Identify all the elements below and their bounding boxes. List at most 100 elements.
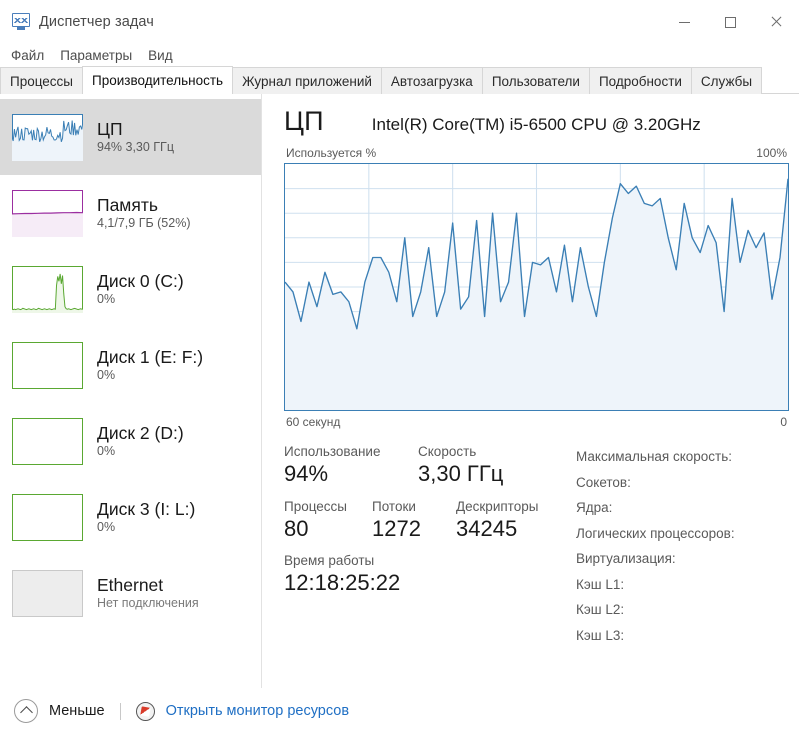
cpu-model-label: Intel(R) Core(TM) i5-6500 CPU @ 3.20GHz (371, 115, 701, 134)
sidebar-item-память[interactable]: Память 4,1/7,9 ГБ (52%) (0, 175, 262, 251)
cpu-chart-svg (285, 164, 788, 410)
sidebar-thumbnail-flat (12, 341, 83, 389)
task-manager-icon (11, 13, 31, 31)
menu-item-file[interactable]: Файл (11, 48, 44, 63)
cpu-info-row: Логических процессоров: (576, 521, 789, 547)
stat-handles: Дескрипторы 34245 (456, 498, 538, 543)
sidebar-item-диск-2-d[interactable]: Диск 2 (D:) 0% (0, 403, 262, 479)
cpu-info-label: Виртуализация: (576, 551, 676, 566)
graph-labels: Используется % 100% (284, 146, 789, 163)
cpu-info-list: Максимальная скорость: Сокетов: Ядра: Логич… (576, 443, 789, 648)
resource-monitor-icon (135, 701, 155, 721)
stats-row-processes: Процессы 80 Потоки 1272 Дескрипторы 3424… (284, 498, 576, 543)
page-title: ЦП (284, 106, 324, 136)
close-button[interactable] (753, 0, 799, 44)
tab-users[interactable]: Пользователи (481, 67, 590, 94)
sidebar-thumbnail-flat (12, 493, 83, 541)
cpu-info-row: Кэш L2: (576, 597, 789, 623)
sidebar-thumbnail-ethernet (12, 569, 83, 617)
menu-item-options[interactable]: Параметры (60, 48, 132, 63)
stat-processes: Процессы 80 (284, 498, 372, 543)
sidebar-item-цп[interactable]: ЦП 94% 3,30 ГГц (0, 99, 262, 175)
stats-area: Использование 94% Скорость 3,30 ГГц Проц… (284, 443, 789, 648)
graph-x-left-label: 60 секунд (286, 415, 341, 429)
sidebar-item-title: Диск 0 (C:) (97, 270, 184, 291)
stats-row-usage-speed: Использование 94% Скорость 3,30 ГГц (284, 443, 576, 488)
task-manager-window: Диспетчер задач Файл Параметры Вид Проце… (0, 0, 799, 734)
stat-usage: Использование 94% (284, 443, 418, 488)
sidebar-item-диск-1-e-f[interactable]: Диск 1 (E: F:) 0% (0, 327, 262, 403)
minimize-icon (678, 21, 690, 23)
title-bar-left: Диспетчер задач (0, 13, 661, 31)
threads-label: Потоки (372, 498, 416, 514)
cpu-info-row: Виртуализация: (576, 546, 789, 572)
sidebar-item-subtitle: 0% (97, 520, 116, 535)
threads-value: 1272 (372, 515, 421, 541)
window-title: Диспетчер задач (39, 14, 154, 30)
sidebar-item-диск-3-i-l[interactable]: Диск 3 (I: L:) 0% (0, 479, 262, 555)
sidebar-item-subtitle: 0% (97, 368, 116, 383)
sidebar-item-ethernet[interactable]: Ethernet Нет подключения (0, 555, 262, 631)
uptime-value: 12:18:25:22 (284, 570, 401, 596)
maximize-button[interactable] (707, 0, 753, 44)
sidebar-item-диск-0-c[interactable]: Диск 0 (C:) 0% (0, 251, 262, 327)
handles-label: Дескрипторы (456, 498, 539, 514)
graph-y-label: Используется % (286, 146, 377, 160)
processes-value: 80 (284, 515, 309, 541)
tab-strip: Процессы Производительность Журнал прило… (0, 66, 799, 95)
usage-value: 94% (284, 461, 329, 487)
tab-startup[interactable]: Автозагрузка (380, 67, 483, 94)
fewer-details-label[interactable]: Меньше (49, 703, 105, 719)
chevron-up-icon (19, 706, 33, 719)
sidebar-item-title: Диск 2 (D:) (97, 422, 184, 443)
footer-divider (119, 702, 121, 720)
sidebar-item-title: Ethernet (97, 574, 164, 595)
content-body: ЦП 94% 3,30 ГГц Память 4,1/7,9 ГБ (52%) Диск… (0, 94, 799, 688)
graph-axis-labels: 60 секунд 0 (284, 411, 789, 429)
maximize-icon (724, 16, 736, 28)
tab-processes[interactable]: Процессы (0, 67, 84, 94)
sidebar-item-subtitle: 0% (97, 444, 116, 459)
sidebar-item-title: Диск 1 (E: F:) (97, 346, 204, 367)
title-bar: Диспетчер задач (0, 0, 799, 44)
menu-item-view[interactable]: Вид (148, 48, 172, 63)
sidebar-thumbnail-flat (12, 417, 83, 465)
processes-label: Процессы (284, 498, 348, 514)
graph-y-max-label: 100% (756, 146, 787, 160)
cpu-info-row: Максимальная скорость: (576, 444, 789, 470)
sidebar-thumbnail-disk0 (12, 265, 83, 313)
sidebar-item-title: Диск 3 (I: L:) (97, 498, 196, 519)
sidebar-item-text: Диск 2 (D:) 0% (97, 423, 184, 459)
sidebar-item-text: Ethernet Нет подключения (97, 575, 199, 611)
cpu-info-row: Сокетов: (576, 470, 789, 496)
speed-value: 3,30 ГГц (418, 461, 504, 487)
stat-speed: Скорость 3,30 ГГц (418, 443, 503, 488)
sidebar-item-text: Память 4,1/7,9 ГБ (52%) (97, 195, 191, 231)
cpu-info-label: Ядра: (576, 500, 613, 515)
tab-services[interactable]: Службы (690, 67, 763, 94)
graph-x-right-label: 0 (780, 415, 787, 429)
sidebar-item-subtitle: 4,1/7,9 ГБ (52%) (97, 216, 191, 231)
cpu-info-label: Логических процессоров: (576, 525, 735, 541)
tab-performance[interactable]: Производительность (82, 66, 234, 95)
resource-sidebar: ЦП 94% 3,30 ГГц Память 4,1/7,9 ГБ (52%) Диск… (0, 94, 262, 688)
open-resource-monitor-link[interactable]: Открыть монитор ресурсов (166, 703, 349, 719)
tab-app-history[interactable]: Журнал приложений (232, 67, 382, 94)
collapse-button[interactable] (14, 699, 38, 723)
usage-label: Использование (284, 444, 381, 459)
cpu-detail-panel: ЦП Intel(R) Core(TM) i5-6500 CPU @ 3.20G… (262, 94, 799, 688)
tab-details[interactable]: Подробности (588, 67, 692, 94)
cpu-info-row: Ядра: (576, 495, 789, 521)
sidebar-item-text: Диск 1 (E: F:) 0% (97, 347, 203, 383)
minimize-button[interactable] (661, 0, 707, 44)
cpu-info-label: Максимальная скорость: (576, 449, 733, 464)
footer-bar: Меньше Открыть монитор ресурсов (0, 688, 799, 734)
sidebar-item-text: Диск 0 (C:) 0% (97, 271, 184, 307)
cpu-info-label: Кэш L1: (576, 576, 625, 592)
menu-bar: Файл Параметры Вид (0, 44, 799, 66)
stat-uptime: Время работы 12:18:25:22 (284, 552, 400, 597)
sidebar-item-title: ЦП (97, 118, 123, 139)
handles-value: 34245 (456, 515, 518, 541)
sidebar-thumbnail-cpu (12, 113, 83, 161)
close-icon (770, 16, 782, 28)
